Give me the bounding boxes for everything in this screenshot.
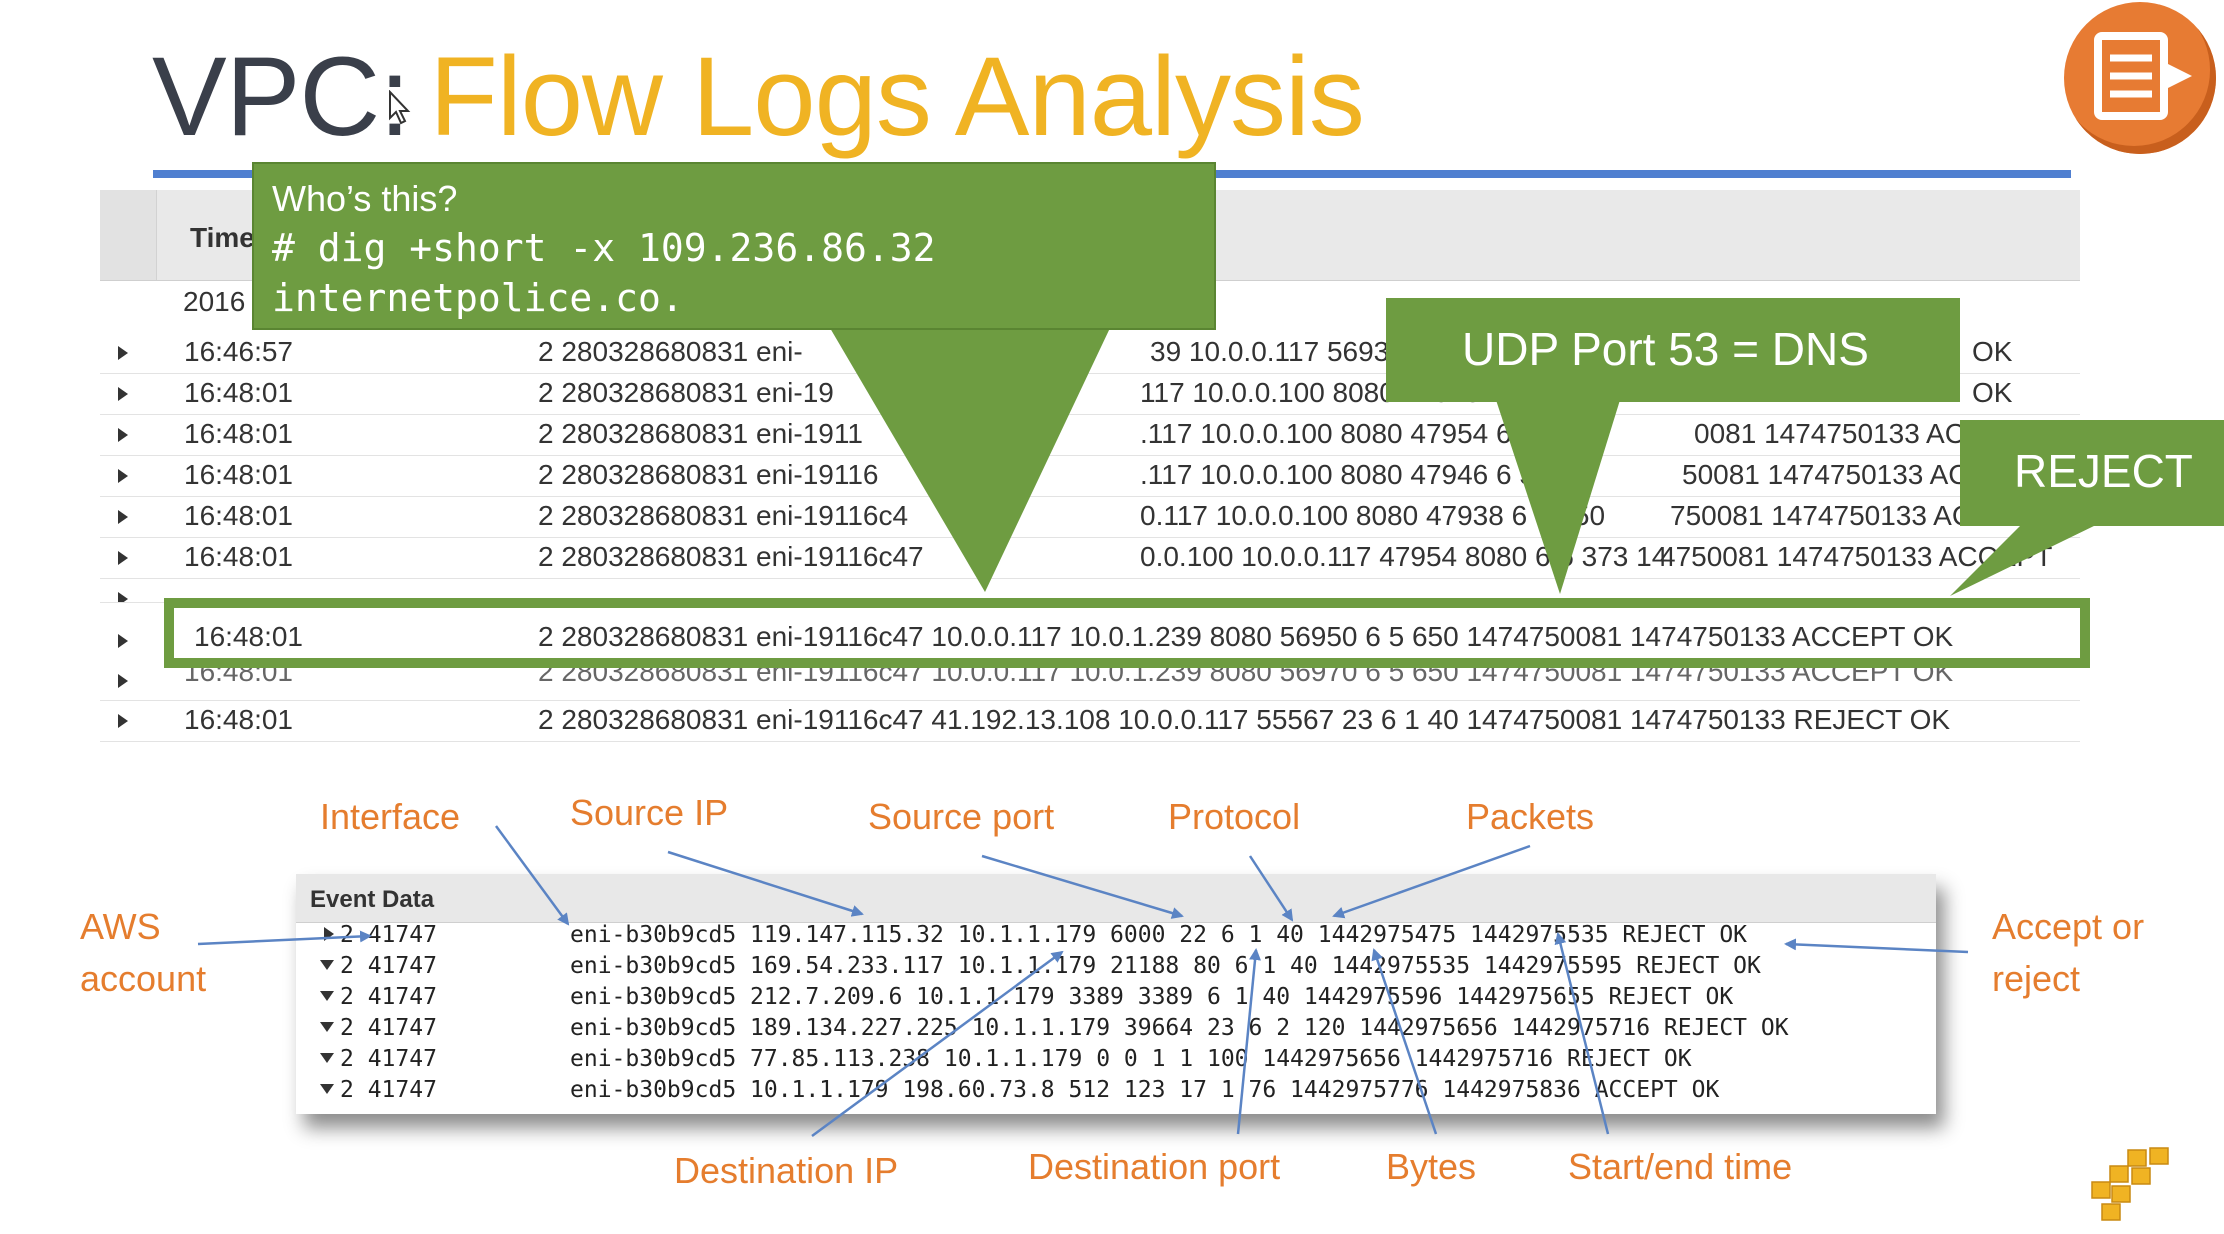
annotation-arrows [197,825,1969,1138]
arrow-aws-account [197,930,372,946]
arrow-destination-port [1236,948,1261,1135]
arrow-destination-ip [811,950,1064,1138]
arrow-bytes [1371,948,1438,1135]
arrow-start-end-time [1554,932,1610,1135]
arrow-source-port [981,854,1184,919]
arrow-packets [1332,844,1531,919]
arrow-interface [494,825,570,926]
aws-cubes-logo-icon [2091,1147,2169,1221]
arrow-accept-reject [1784,938,1969,954]
arrow-source-ip [667,850,864,917]
arrow-protocol [1248,855,1294,922]
